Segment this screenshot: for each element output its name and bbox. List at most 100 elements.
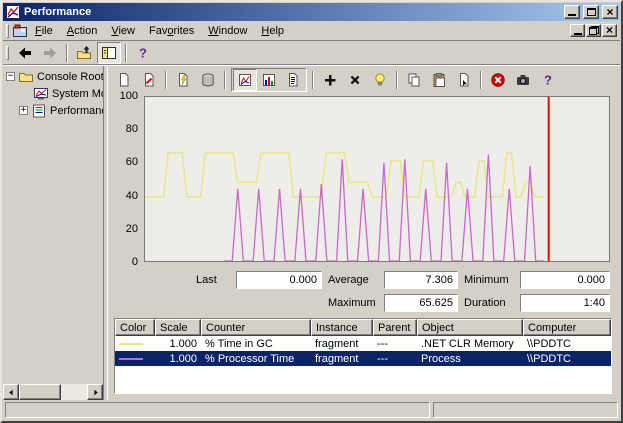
freeze-display-button[interactable] xyxy=(486,69,510,91)
maximum-value: 65.625 xyxy=(384,294,458,312)
highlight-button[interactable] xyxy=(368,69,392,91)
column-header-counter[interactable]: Counter xyxy=(201,319,311,336)
statusbar xyxy=(3,400,620,420)
toolbar-separator xyxy=(396,71,398,89)
menu-action[interactable]: Action xyxy=(60,23,105,39)
performance-app-icon xyxy=(5,4,21,20)
minimize-icon xyxy=(573,32,582,35)
chart-plot xyxy=(144,96,610,262)
perfmon-toolbar: ? xyxy=(108,66,620,94)
last-value: 0.000 xyxy=(236,271,322,289)
view-log-data-button[interactable] xyxy=(196,69,220,91)
scroll-left-button[interactable] xyxy=(3,384,19,400)
toolbar-separator xyxy=(480,71,482,89)
counter-row-time-in-gc[interactable]: 1.000 % Time in GC fragment --- .NET CLR Mem… xyxy=(115,336,611,351)
chart-svg xyxy=(145,97,609,261)
column-header-computer[interactable]: Computer xyxy=(523,319,611,336)
clear-display-icon xyxy=(141,72,157,88)
maximize-button[interactable] xyxy=(583,5,599,19)
menu-view[interactable]: View xyxy=(104,23,142,39)
counter-table-header: Color Scale Counter Instance Parent Object Com… xyxy=(115,319,611,336)
maximum-label: Maximum xyxy=(328,297,376,309)
counter-row-processor-time[interactable]: 1.000 % Processor Time fragment --- Process \… xyxy=(115,351,611,366)
copy-properties-icon xyxy=(406,72,422,88)
console-icon xyxy=(12,23,28,39)
tree-item-system-mo[interactable]: System Mo xyxy=(3,85,103,102)
column-header-scale[interactable]: Scale xyxy=(155,319,201,336)
new-counter-set-button[interactable] xyxy=(112,69,136,91)
clear-display-button[interactable] xyxy=(137,69,161,91)
last-label: Last xyxy=(196,274,217,286)
tree-item-console-root[interactable]: − Console Root xyxy=(3,68,103,85)
tree-expander-minus[interactable]: − xyxy=(6,72,15,81)
toolbar-separator xyxy=(66,43,68,62)
minimum-label: Minimum xyxy=(464,274,509,286)
forward-button[interactable] xyxy=(38,42,62,64)
close-button[interactable]: × xyxy=(602,5,618,19)
status-panel-right xyxy=(433,402,618,418)
copy-properties-button[interactable] xyxy=(402,69,426,91)
menu-window[interactable]: Window xyxy=(201,23,254,39)
scroll-thumb[interactable] xyxy=(19,384,61,400)
average-value: 7.306 xyxy=(384,271,458,289)
up-level-button[interactable] xyxy=(72,42,96,64)
column-header-parent[interactable]: Parent xyxy=(373,319,417,336)
context-help-button[interactable]: ? xyxy=(536,69,560,91)
cell-computer: \\PDDTC xyxy=(527,352,571,365)
view-histogram-button[interactable] xyxy=(257,69,281,91)
scroll-right-button[interactable] xyxy=(87,384,103,400)
view-graph-button[interactable] xyxy=(233,69,257,91)
view-log-data-icon xyxy=(200,72,216,88)
menu-favorites[interactable]: Favorites xyxy=(142,23,201,39)
folder-icon xyxy=(18,69,34,85)
child-close-button[interactable]: × xyxy=(602,24,617,37)
tree-expander-plus[interactable]: + xyxy=(19,106,28,115)
view-current-activity-button[interactable] xyxy=(171,69,195,91)
status-panel-left xyxy=(5,402,430,418)
minimize-button[interactable] xyxy=(564,5,580,19)
column-header-object[interactable]: Object xyxy=(417,319,523,336)
show-hide-tree-button[interactable] xyxy=(97,41,121,64)
chart-area: 100 80 60 40 20 0 xyxy=(108,90,620,268)
menu-file[interactable]: File xyxy=(28,23,60,39)
performance-window: Performance × File Action View Favorites Win… xyxy=(0,0,623,423)
cell-instance: fragment xyxy=(315,337,359,350)
add-counter-button[interactable] xyxy=(318,69,342,91)
toolbar-grip xyxy=(6,45,9,60)
update-data-button[interactable] xyxy=(511,69,535,91)
properties-icon xyxy=(456,72,472,88)
column-header-color[interactable]: Color xyxy=(115,319,155,336)
cell-parent: --- xyxy=(377,337,388,350)
perf-logs-icon xyxy=(31,103,47,119)
view-current-activity-icon xyxy=(175,72,191,88)
cell-counter: % Time in GC xyxy=(205,337,273,350)
back-button[interactable] xyxy=(13,42,37,64)
delete-counter-button[interactable] xyxy=(343,69,367,91)
paste-counter-list-button[interactable] xyxy=(427,69,451,91)
cell-computer: \\PDDTC xyxy=(527,337,571,350)
toolbar-separator xyxy=(224,71,226,89)
menu-help[interactable]: Help xyxy=(254,23,291,39)
show-hide-tree-icon xyxy=(101,45,117,61)
toolbar-separator xyxy=(125,43,127,62)
y-tick-label: 20 xyxy=(125,222,138,235)
tree-item-performanc[interactable]: + Performanc xyxy=(3,102,103,119)
view-report-button[interactable] xyxy=(281,69,305,91)
column-header-instance[interactable]: Instance xyxy=(311,319,373,336)
svg-text:?: ? xyxy=(544,73,552,88)
cell-color xyxy=(115,336,155,351)
main-area: − Console Root System Mo + Performanc ? 100 8… xyxy=(3,65,620,400)
scroll-track[interactable] xyxy=(19,384,87,400)
help-button[interactable]: ? xyxy=(131,42,155,64)
properties-button[interactable] xyxy=(452,69,476,91)
child-restore-button[interactable] xyxy=(586,24,601,37)
back-icon xyxy=(17,45,33,61)
close-icon: × xyxy=(605,23,613,37)
menubar-items: File Action View Favorites Window Help xyxy=(28,21,291,40)
highlight-icon xyxy=(372,72,388,88)
toolbar-grip xyxy=(6,23,9,38)
cell-parent: --- xyxy=(377,352,388,365)
child-minimize-button[interactable] xyxy=(570,24,585,37)
tree-horizontal-scrollbar xyxy=(3,384,103,400)
view-toggle-group xyxy=(231,68,307,92)
